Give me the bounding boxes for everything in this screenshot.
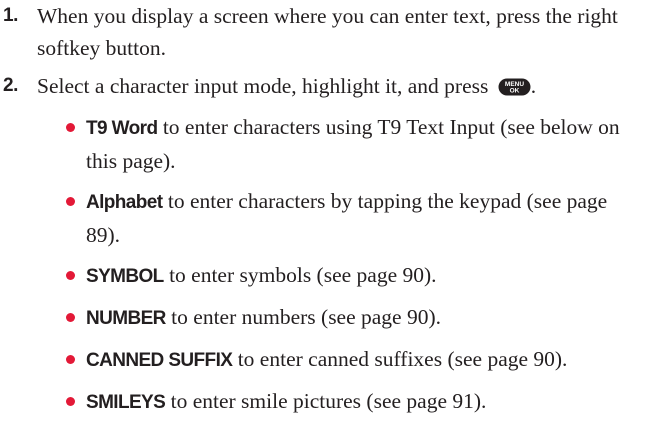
- option-term: NUMBER: [86, 308, 166, 329]
- step-text-before-key: Select a character input mode, highlight…: [37, 74, 494, 98]
- step-text: Select a character input mode, highlight…: [0, 70, 650, 102]
- option-description: to enter symbols (see page 90).: [163, 263, 437, 287]
- menu-ok-key-icon: MENU OK: [498, 78, 531, 96]
- bullet-dot: [66, 397, 75, 406]
- list-item-t9-word: T9 Word to enter characters using T9 Tex…: [0, 111, 626, 177]
- step-text: When you display a screen where you can …: [37, 4, 618, 60]
- option-description: to enter smile pictures (see page 91).: [165, 389, 487, 413]
- option-term: Alphabet: [86, 192, 163, 213]
- ok-key-label: OK: [509, 88, 519, 95]
- option-term: SYMBOL: [86, 266, 164, 287]
- input-mode-list: T9 Word to enter characters using T9 Tex…: [0, 111, 656, 427]
- option-description: to enter characters by tapping the keypa…: [86, 189, 608, 247]
- step-1: 1. When you display a screen where you c…: [0, 0, 650, 64]
- option-description: to enter characters using T9 Text Input …: [86, 115, 620, 173]
- bullet-dot: [66, 355, 75, 364]
- bullet-dot: [66, 313, 75, 322]
- list-item-number: NUMBER to enter numbers (see page 90).: [0, 301, 626, 335]
- bullet-dot: [66, 271, 75, 280]
- manual-page: 1. When you display a screen where you c…: [0, 0, 656, 413]
- step-text-after-key: .: [530, 74, 537, 98]
- bullet-dot: [66, 197, 75, 206]
- option-description: to enter canned suffixes (see page 90).: [232, 347, 568, 371]
- bullet-dot: [66, 123, 75, 132]
- list-item-alphabet: Alphabet to enter characters by tapping …: [0, 185, 626, 251]
- list-item-smileys: SMILEYS to enter smile pictures (see pag…: [0, 385, 626, 419]
- step-number: 2.: [3, 75, 18, 96]
- step-2: 2. Select a character input mode, highli…: [0, 70, 650, 102]
- option-term: CANNED SUFFIX: [86, 350, 233, 371]
- step-number: 1.: [3, 5, 18, 26]
- option-term: T9 Word: [86, 118, 158, 139]
- option-description: to enter numbers (see page 90).: [165, 305, 442, 329]
- list-item-canned-suffix: CANNED SUFFIX to enter canned suffixes (…: [0, 343, 626, 377]
- option-term: SMILEYS: [86, 392, 166, 413]
- list-item-symbol: SYMBOL to enter symbols (see page 90).: [0, 259, 626, 293]
